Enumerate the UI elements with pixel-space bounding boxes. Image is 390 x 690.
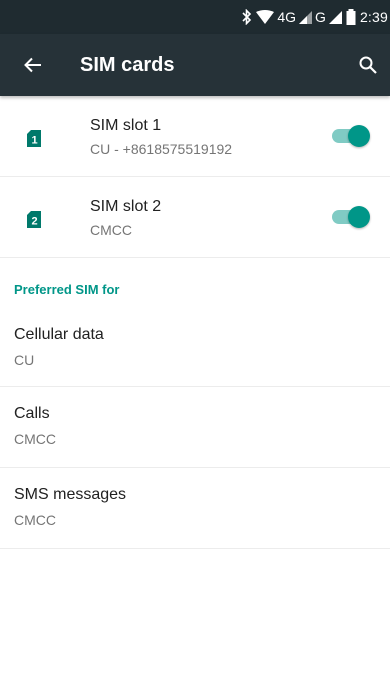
pref-title: Cellular data [14, 326, 104, 343]
sim-slot-2-row[interactable]: 2 SIM slot 2 CMCC [0, 177, 390, 258]
pref-title: SMS messages [14, 486, 127, 503]
sim-card-1-icon: 1 [27, 130, 41, 147]
sms-messages-preference[interactable]: SMS messages CMCC [0, 468, 390, 549]
pref-title: Calls [14, 405, 50, 422]
arrow-back-icon [24, 57, 41, 73]
status-icons: 4G G 2:39 [241, 0, 390, 34]
app-bar: SIM cards [0, 34, 390, 96]
battery-icon [346, 9, 356, 25]
sim-slot-1-subtitle: CU - +8618575519192 [90, 141, 233, 157]
preferred-sim-section-header: Preferred SIM for [0, 258, 390, 308]
network-type-g: G [315, 9, 326, 25]
wifi-icon [256, 10, 275, 24]
pref-value: CMCC [14, 431, 56, 447]
sim-slot-1-toggle[interactable] [330, 124, 370, 148]
bluetooth-icon [242, 9, 252, 25]
toggle-thumb [348, 125, 370, 147]
svg-text:2: 2 [31, 216, 37, 228]
sim-slot-1-title: SIM slot 1 [90, 117, 162, 134]
sim-slot-2-subtitle: CMCC [90, 222, 132, 238]
pref-value: CMCC [14, 512, 56, 528]
toggle-thumb [348, 206, 370, 228]
cellular-data-preference[interactable]: Cellular data CU [0, 308, 390, 387]
sim-slot-2-toggle[interactable] [330, 205, 370, 229]
status-bar: 4G G 2:39 [0, 0, 390, 34]
sim-slot-1-row[interactable]: 1 SIM slot 1 CU - +8618575519192 [0, 96, 390, 177]
status-time: 2:39 [359, 9, 388, 25]
section-title: Preferred SIM for [14, 282, 120, 297]
signal-icon [328, 10, 342, 24]
network-type-4g: 4G [277, 9, 297, 25]
back-button[interactable] [0, 34, 64, 96]
page-title: SIM cards [80, 53, 175, 76]
search-button[interactable] [350, 47, 386, 83]
svg-text:1: 1 [31, 135, 37, 147]
sim-slot-2-title: SIM slot 2 [90, 198, 162, 215]
search-icon [359, 56, 377, 74]
calls-preference[interactable]: Calls CMCC [0, 387, 390, 468]
signal-icon [299, 10, 313, 24]
sim-card-2-icon: 2 [27, 211, 41, 228]
pref-value: CU [14, 352, 35, 368]
